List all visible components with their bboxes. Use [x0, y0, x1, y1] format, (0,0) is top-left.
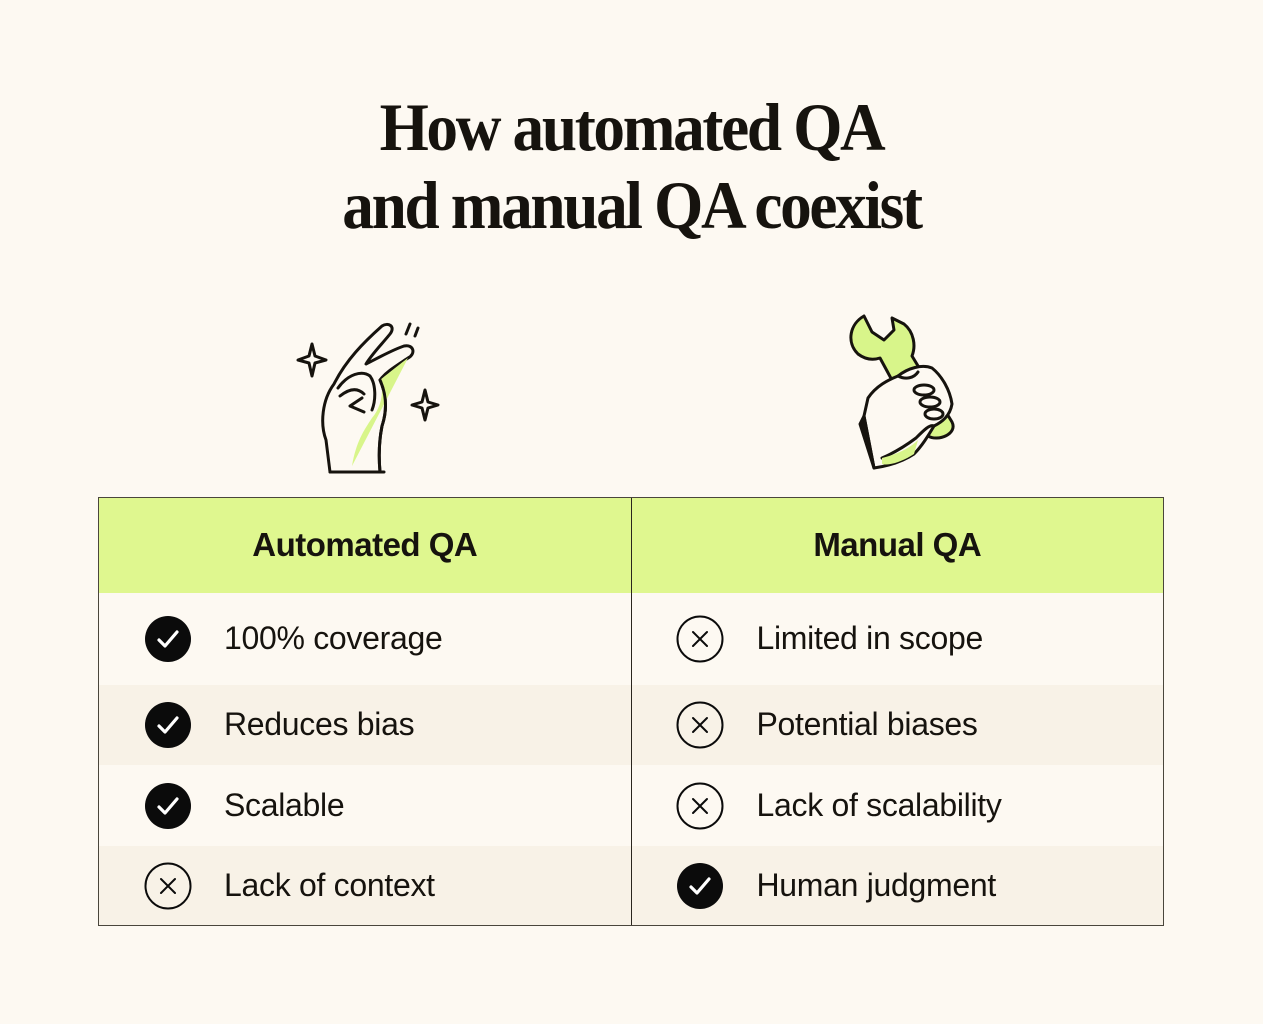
check-circle-icon — [145, 782, 191, 829]
row-text: Limited in scope — [756, 620, 984, 657]
row-text: 100% coverage — [224, 620, 443, 657]
title-line-1: How automated QA — [379, 89, 886, 165]
check-circle-icon — [145, 615, 191, 662]
check-circle-icon — [145, 701, 191, 748]
column-header-manual-qa: Manual QA — [631, 498, 1163, 593]
title-line-2: and manual QA coexist — [342, 167, 923, 243]
automated-qa-column: Automated QA 100% coverage Reduces bias … — [99, 498, 631, 925]
comparison-table: Automated QA 100% coverage Reduces bias … — [98, 497, 1164, 926]
table-row: Lack of scalability — [631, 765, 1163, 847]
row-text: Human judgment — [756, 867, 997, 904]
row-text: Reduces bias — [224, 706, 415, 743]
check-circle-icon — [676, 862, 723, 909]
snapping-fingers-hand-icon — [296, 322, 440, 474]
table-row: Lack of context — [99, 846, 631, 925]
x-circle-icon — [676, 615, 723, 663]
page-title: How automated QA and manual QA coexist — [44, 88, 1219, 244]
table-row: 100% coverage — [99, 592, 631, 685]
x-circle-icon — [676, 701, 723, 749]
x-circle-icon — [144, 862, 192, 910]
column-header-automated-qa: Automated QA — [99, 498, 631, 593]
table-row: Reduces bias — [99, 684, 631, 766]
row-text: Potential biases — [756, 706, 978, 743]
table-row: Human judgment — [631, 846, 1163, 925]
hand-holding-wrench-icon — [849, 314, 955, 470]
table-row: Limited in scope — [631, 592, 1163, 685]
x-circle-icon — [676, 782, 723, 830]
row-text: Lack of scalability — [756, 787, 1002, 824]
table-row: Scalable — [99, 765, 631, 847]
row-text: Lack of context — [224, 867, 435, 904]
row-text: Scalable — [224, 787, 345, 824]
table-row: Potential biases — [631, 684, 1163, 766]
manual-qa-column: Manual QA Limited in scope Potential bia… — [630, 498, 1163, 925]
